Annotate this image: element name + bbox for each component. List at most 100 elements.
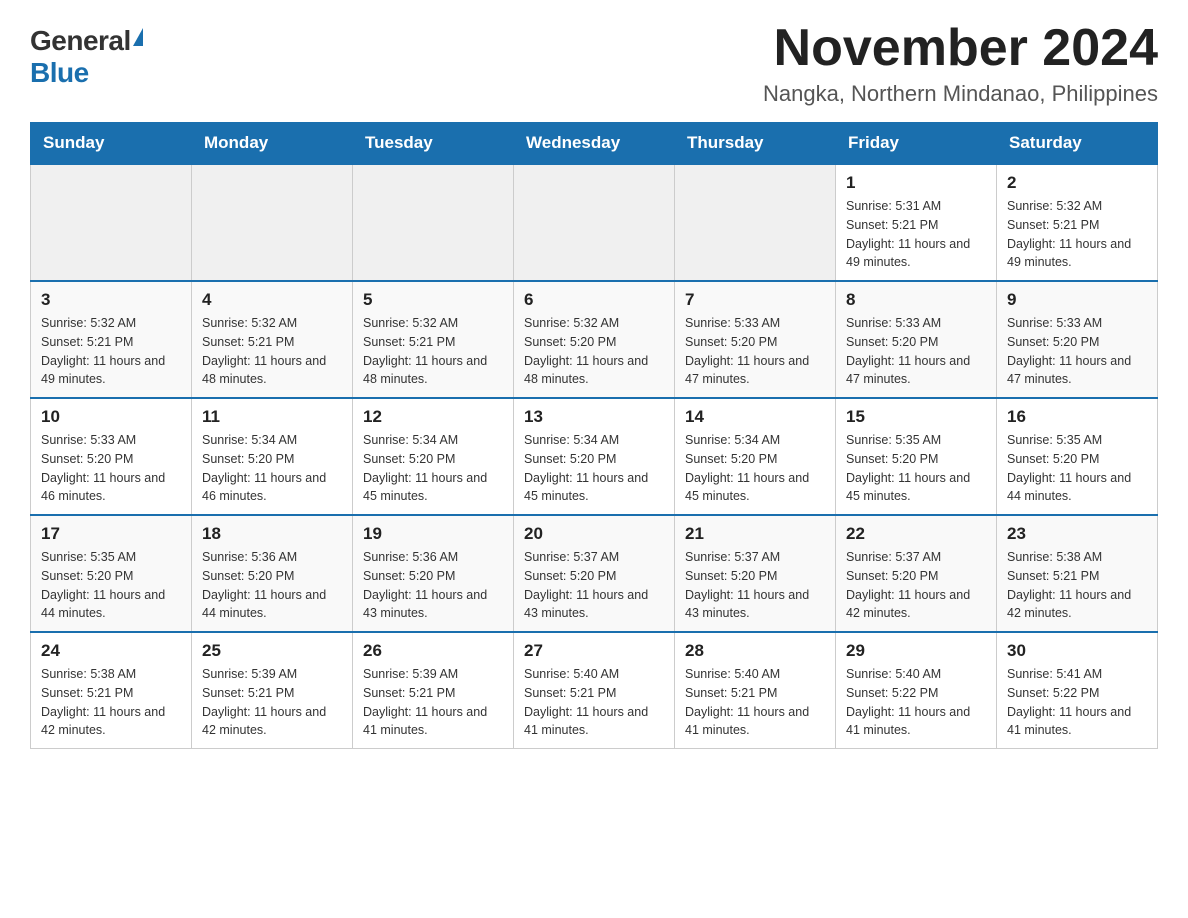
day-number: 1 xyxy=(846,173,986,193)
calendar-cell: 7Sunrise: 5:33 AMSunset: 5:20 PMDaylight… xyxy=(675,281,836,398)
calendar-cell: 25 Sunrise: 5:39 AMSunset: 5:21 PMDayligh… xyxy=(192,632,353,749)
day-number: 21 xyxy=(685,524,825,544)
calendar-week-row: 3Sunrise: 5:32 AMSunset: 5:21 PMDaylight… xyxy=(31,281,1158,398)
calendar-week-row: 24 Sunrise: 5:38 AMSunset: 5:21 PMDayligh… xyxy=(31,632,1158,749)
day-number: 25 xyxy=(202,641,342,661)
calendar-title: November 2024 xyxy=(763,20,1158,77)
title-section: November 2024 Nangka, Northern Mindanao,… xyxy=(763,20,1158,107)
calendar-cell: 1 Sunrise: 5:31 AMSunset: 5:21 PMDaylight… xyxy=(836,164,997,281)
calendar-cell: 4Sunrise: 5:32 AMSunset: 5:21 PMDaylight… xyxy=(192,281,353,398)
calendar-header-monday: Monday xyxy=(192,123,353,165)
day-number: 10 xyxy=(41,407,181,427)
calendar-cell: 10 Sunrise: 5:33 AMSunset: 5:20 PMDayligh… xyxy=(31,398,192,515)
day-info: Sunrise: 5:41 AMSunset: 5:22 PMDaylight:… xyxy=(1007,665,1147,740)
calendar-cell xyxy=(514,164,675,281)
calendar-table: SundayMondayTuesdayWednesdayThursdayFrid… xyxy=(30,122,1158,749)
day-number: 24 xyxy=(41,641,181,661)
day-info: Sunrise: 5:36 AMSunset: 5:20 PMDaylight:… xyxy=(202,548,342,623)
day-number: 15 xyxy=(846,407,986,427)
calendar-week-row: 17 Sunrise: 5:35 AMSunset: 5:20 PMDayligh… xyxy=(31,515,1158,632)
day-number: 30 xyxy=(1007,641,1147,661)
calendar-cell xyxy=(353,164,514,281)
day-info: Sunrise: 5:31 AMSunset: 5:21 PMDaylight:… xyxy=(846,197,986,272)
calendar-cell: 9 Sunrise: 5:33 AMSunset: 5:20 PMDaylight… xyxy=(997,281,1158,398)
day-number: 28 xyxy=(685,641,825,661)
day-info: Sunrise: 5:33 AMSunset: 5:20 PMDaylight:… xyxy=(1007,314,1147,389)
logo: General Blue xyxy=(30,25,143,89)
calendar-cell: 23 Sunrise: 5:38 AMSunset: 5:21 PMDayligh… xyxy=(997,515,1158,632)
calendar-cell: 24 Sunrise: 5:38 AMSunset: 5:21 PMDayligh… xyxy=(31,632,192,749)
calendar-cell: 11 Sunrise: 5:34 AMSunset: 5:20 PMDayligh… xyxy=(192,398,353,515)
day-info: Sunrise: 5:34 AMSunset: 5:20 PMDaylight:… xyxy=(685,431,825,506)
day-info: Sunrise: 5:36 AMSunset: 5:20 PMDaylight:… xyxy=(363,548,503,623)
day-number: 4 xyxy=(202,290,342,310)
calendar-cell: 12Sunrise: 5:34 AMSunset: 5:20 PMDayligh… xyxy=(353,398,514,515)
calendar-cell: 8Sunrise: 5:33 AMSunset: 5:20 PMDaylight… xyxy=(836,281,997,398)
day-number: 27 xyxy=(524,641,664,661)
calendar-cell: 15 Sunrise: 5:35 AMSunset: 5:20 PMDayligh… xyxy=(836,398,997,515)
day-number: 6 xyxy=(524,290,664,310)
calendar-header-row: SundayMondayTuesdayWednesdayThursdayFrid… xyxy=(31,123,1158,165)
calendar-cell: 20Sunrise: 5:37 AMSunset: 5:20 PMDayligh… xyxy=(514,515,675,632)
logo-blue: Blue xyxy=(30,57,89,88)
calendar-cell: 28 Sunrise: 5:40 AMSunset: 5:21 PMDayligh… xyxy=(675,632,836,749)
day-info: Sunrise: 5:38 AMSunset: 5:21 PMDaylight:… xyxy=(1007,548,1147,623)
day-info: Sunrise: 5:32 AMSunset: 5:21 PMDaylight:… xyxy=(41,314,181,389)
day-number: 19 xyxy=(363,524,503,544)
calendar-cell: 22Sunrise: 5:37 AMSunset: 5:20 PMDayligh… xyxy=(836,515,997,632)
day-info: Sunrise: 5:32 AMSunset: 5:21 PMDaylight:… xyxy=(1007,197,1147,272)
calendar-week-row: 1 Sunrise: 5:31 AMSunset: 5:21 PMDaylight… xyxy=(31,164,1158,281)
calendar-header-saturday: Saturday xyxy=(997,123,1158,165)
calendar-cell: 3Sunrise: 5:32 AMSunset: 5:21 PMDaylight… xyxy=(31,281,192,398)
calendar-cell: 26Sunrise: 5:39 AMSunset: 5:21 PMDayligh… xyxy=(353,632,514,749)
day-number: 23 xyxy=(1007,524,1147,544)
calendar-subtitle: Nangka, Northern Mindanao, Philippines xyxy=(763,81,1158,107)
calendar-header-friday: Friday xyxy=(836,123,997,165)
day-info: Sunrise: 5:35 AMSunset: 5:20 PMDaylight:… xyxy=(41,548,181,623)
page-header: General Blue November 2024 Nangka, North… xyxy=(30,20,1158,107)
day-number: 14 xyxy=(685,407,825,427)
calendar-cell xyxy=(31,164,192,281)
day-number: 29 xyxy=(846,641,986,661)
day-info: Sunrise: 5:32 AMSunset: 5:20 PMDaylight:… xyxy=(524,314,664,389)
day-info: Sunrise: 5:35 AMSunset: 5:20 PMDaylight:… xyxy=(846,431,986,506)
day-number: 13 xyxy=(524,407,664,427)
calendar-cell: 2 Sunrise: 5:32 AMSunset: 5:21 PMDaylight… xyxy=(997,164,1158,281)
calendar-week-row: 10 Sunrise: 5:33 AMSunset: 5:20 PMDayligh… xyxy=(31,398,1158,515)
calendar-cell: 27Sunrise: 5:40 AMSunset: 5:21 PMDayligh… xyxy=(514,632,675,749)
day-number: 9 xyxy=(1007,290,1147,310)
calendar-header-wednesday: Wednesday xyxy=(514,123,675,165)
day-number: 20 xyxy=(524,524,664,544)
day-info: Sunrise: 5:35 AMSunset: 5:20 PMDaylight:… xyxy=(1007,431,1147,506)
calendar-cell: 16 Sunrise: 5:35 AMSunset: 5:20 PMDayligh… xyxy=(997,398,1158,515)
calendar-cell: 14 Sunrise: 5:34 AMSunset: 5:20 PMDayligh… xyxy=(675,398,836,515)
day-info: Sunrise: 5:39 AMSunset: 5:21 PMDaylight:… xyxy=(363,665,503,740)
day-info: Sunrise: 5:33 AMSunset: 5:20 PMDaylight:… xyxy=(846,314,986,389)
calendar-header-sunday: Sunday xyxy=(31,123,192,165)
day-info: Sunrise: 5:33 AMSunset: 5:20 PMDaylight:… xyxy=(41,431,181,506)
day-number: 17 xyxy=(41,524,181,544)
day-info: Sunrise: 5:34 AMSunset: 5:20 PMDaylight:… xyxy=(202,431,342,506)
day-number: 16 xyxy=(1007,407,1147,427)
day-info: Sunrise: 5:37 AMSunset: 5:20 PMDaylight:… xyxy=(685,548,825,623)
day-info: Sunrise: 5:38 AMSunset: 5:21 PMDaylight:… xyxy=(41,665,181,740)
logo-general: General xyxy=(30,25,131,57)
calendar-cell: 19 Sunrise: 5:36 AMSunset: 5:20 PMDayligh… xyxy=(353,515,514,632)
calendar-cell: 21 Sunrise: 5:37 AMSunset: 5:20 PMDayligh… xyxy=(675,515,836,632)
day-info: Sunrise: 5:40 AMSunset: 5:21 PMDaylight:… xyxy=(685,665,825,740)
day-info: Sunrise: 5:37 AMSunset: 5:20 PMDaylight:… xyxy=(846,548,986,623)
calendar-cell: 29Sunrise: 5:40 AMSunset: 5:22 PMDayligh… xyxy=(836,632,997,749)
calendar-header-thursday: Thursday xyxy=(675,123,836,165)
day-info: Sunrise: 5:34 AMSunset: 5:20 PMDaylight:… xyxy=(524,431,664,506)
calendar-cell: 5 Sunrise: 5:32 AMSunset: 5:21 PMDaylight… xyxy=(353,281,514,398)
day-number: 18 xyxy=(202,524,342,544)
calendar-cell: 18 Sunrise: 5:36 AMSunset: 5:20 PMDayligh… xyxy=(192,515,353,632)
calendar-cell: 17 Sunrise: 5:35 AMSunset: 5:20 PMDayligh… xyxy=(31,515,192,632)
day-info: Sunrise: 5:32 AMSunset: 5:21 PMDaylight:… xyxy=(363,314,503,389)
day-number: 11 xyxy=(202,407,342,427)
logo-triangle-icon xyxy=(133,28,143,46)
day-number: 7 xyxy=(685,290,825,310)
day-number: 5 xyxy=(363,290,503,310)
day-info: Sunrise: 5:39 AMSunset: 5:21 PMDaylight:… xyxy=(202,665,342,740)
day-number: 2 xyxy=(1007,173,1147,193)
